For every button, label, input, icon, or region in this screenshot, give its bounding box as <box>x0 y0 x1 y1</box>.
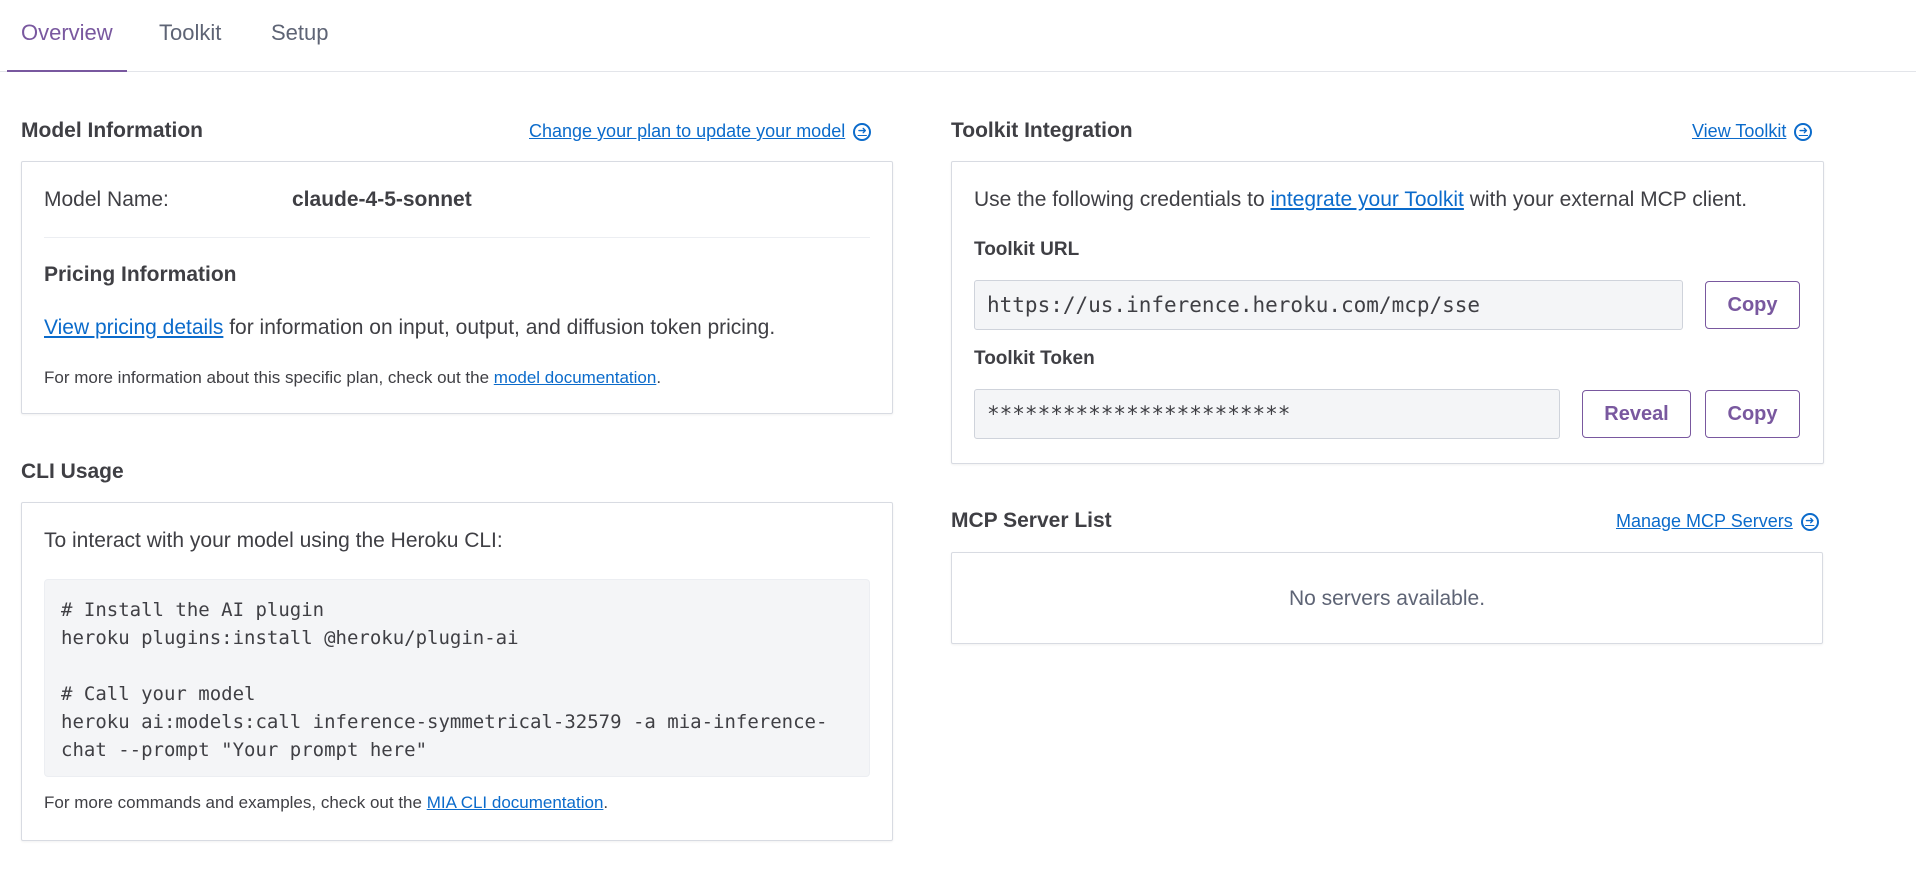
toolkit-integration-card: Use the following credentials to integra… <box>951 161 1824 464</box>
toolkit-url-field[interactable]: https://us.inference.heroku.com/mcp/sse <box>974 280 1683 330</box>
tab-bar: Overview Toolkit Setup <box>0 0 1916 72</box>
cli-code-block: # Install the AI plugin heroku plugins:i… <box>44 579 870 777</box>
toolkit-integration-heading: Toolkit Integration <box>951 119 1133 142</box>
cli-intro-text: To interact with your model using the He… <box>44 529 503 552</box>
arrow-right-circle-icon: ➜ <box>853 122 872 141</box>
integrate-toolkit-link[interactable]: integrate your Toolkit <box>1271 188 1464 211</box>
view-pricing-details-link[interactable]: View pricing details <box>44 316 223 339</box>
toolkit-intro-text: Use the following credentials to integra… <box>974 188 1747 212</box>
manage-mcp-servers-link-label: Manage MCP Servers <box>1616 511 1793 531</box>
toolkit-url-label: Toolkit URL <box>974 239 1080 260</box>
cli-note: For more commands and examples, check ou… <box>44 793 608 813</box>
toolkit-intro-suffix: with your external MCP client. <box>1463 188 1748 211</box>
model-name-value: claude-4-5-sonnet <box>292 188 472 211</box>
plan-note-suffix: . <box>656 368 662 387</box>
toolkit-intro-prefix: Use the following credentials to <box>974 188 1271 211</box>
cli-usage-card: To interact with your model using the He… <box>21 502 893 841</box>
cli-note-suffix: . <box>603 793 609 812</box>
no-servers-message: No servers available. <box>1288 587 1486 610</box>
copy-url-button[interactable]: Copy <box>1705 281 1800 329</box>
active-tab-indicator <box>7 70 127 72</box>
toolkit-token-field[interactable]: ************************ <box>974 389 1560 439</box>
model-information-card: Model Name: claude-4-5-sonnet Pricing In… <box>21 161 893 414</box>
change-plan-link[interactable]: Change your plan to update your model ➜ <box>529 121 872 142</box>
plan-note: For more information about this specific… <box>44 368 661 388</box>
reveal-token-button[interactable]: Reveal <box>1582 390 1691 438</box>
cli-note-text: For more commands and examples, check ou… <box>44 793 427 812</box>
arrow-right-circle-icon: ➜ <box>1794 122 1813 141</box>
view-toolkit-link[interactable]: View Toolkit ➜ <box>1692 121 1813 142</box>
tab-overview[interactable]: Overview <box>21 20 113 46</box>
arrow-right-circle-icon: ➜ <box>1800 512 1819 531</box>
tab-setup[interactable]: Setup <box>271 20 329 46</box>
tab-toolkit[interactable]: Toolkit <box>159 20 221 46</box>
view-toolkit-link-label: View Toolkit <box>1692 121 1787 141</box>
copy-token-button[interactable]: Copy <box>1705 390 1800 438</box>
pricing-text: View pricing details for information on … <box>44 316 775 340</box>
mia-cli-documentation-link[interactable]: MIA CLI documentation <box>427 793 604 812</box>
manage-mcp-servers-link[interactable]: Manage MCP Servers ➜ <box>1616 511 1819 532</box>
toolkit-token-label: Toolkit Token <box>974 348 1095 369</box>
pricing-information-heading: Pricing Information <box>44 263 237 286</box>
model-name-label: Model Name: <box>44 188 169 211</box>
model-documentation-link[interactable]: model documentation <box>494 368 657 387</box>
model-information-heading: Model Information <box>21 119 203 142</box>
mcp-server-list-card: No servers available. <box>951 552 1823 644</box>
divider <box>44 237 870 238</box>
mcp-server-list-heading: MCP Server List <box>951 509 1112 532</box>
cli-usage-heading: CLI Usage <box>21 460 124 483</box>
change-plan-link-label: Change your plan to update your model <box>529 121 846 141</box>
pricing-description: for information on input, output, and di… <box>223 316 776 339</box>
plan-note-text: For more information about this specific… <box>44 368 494 387</box>
